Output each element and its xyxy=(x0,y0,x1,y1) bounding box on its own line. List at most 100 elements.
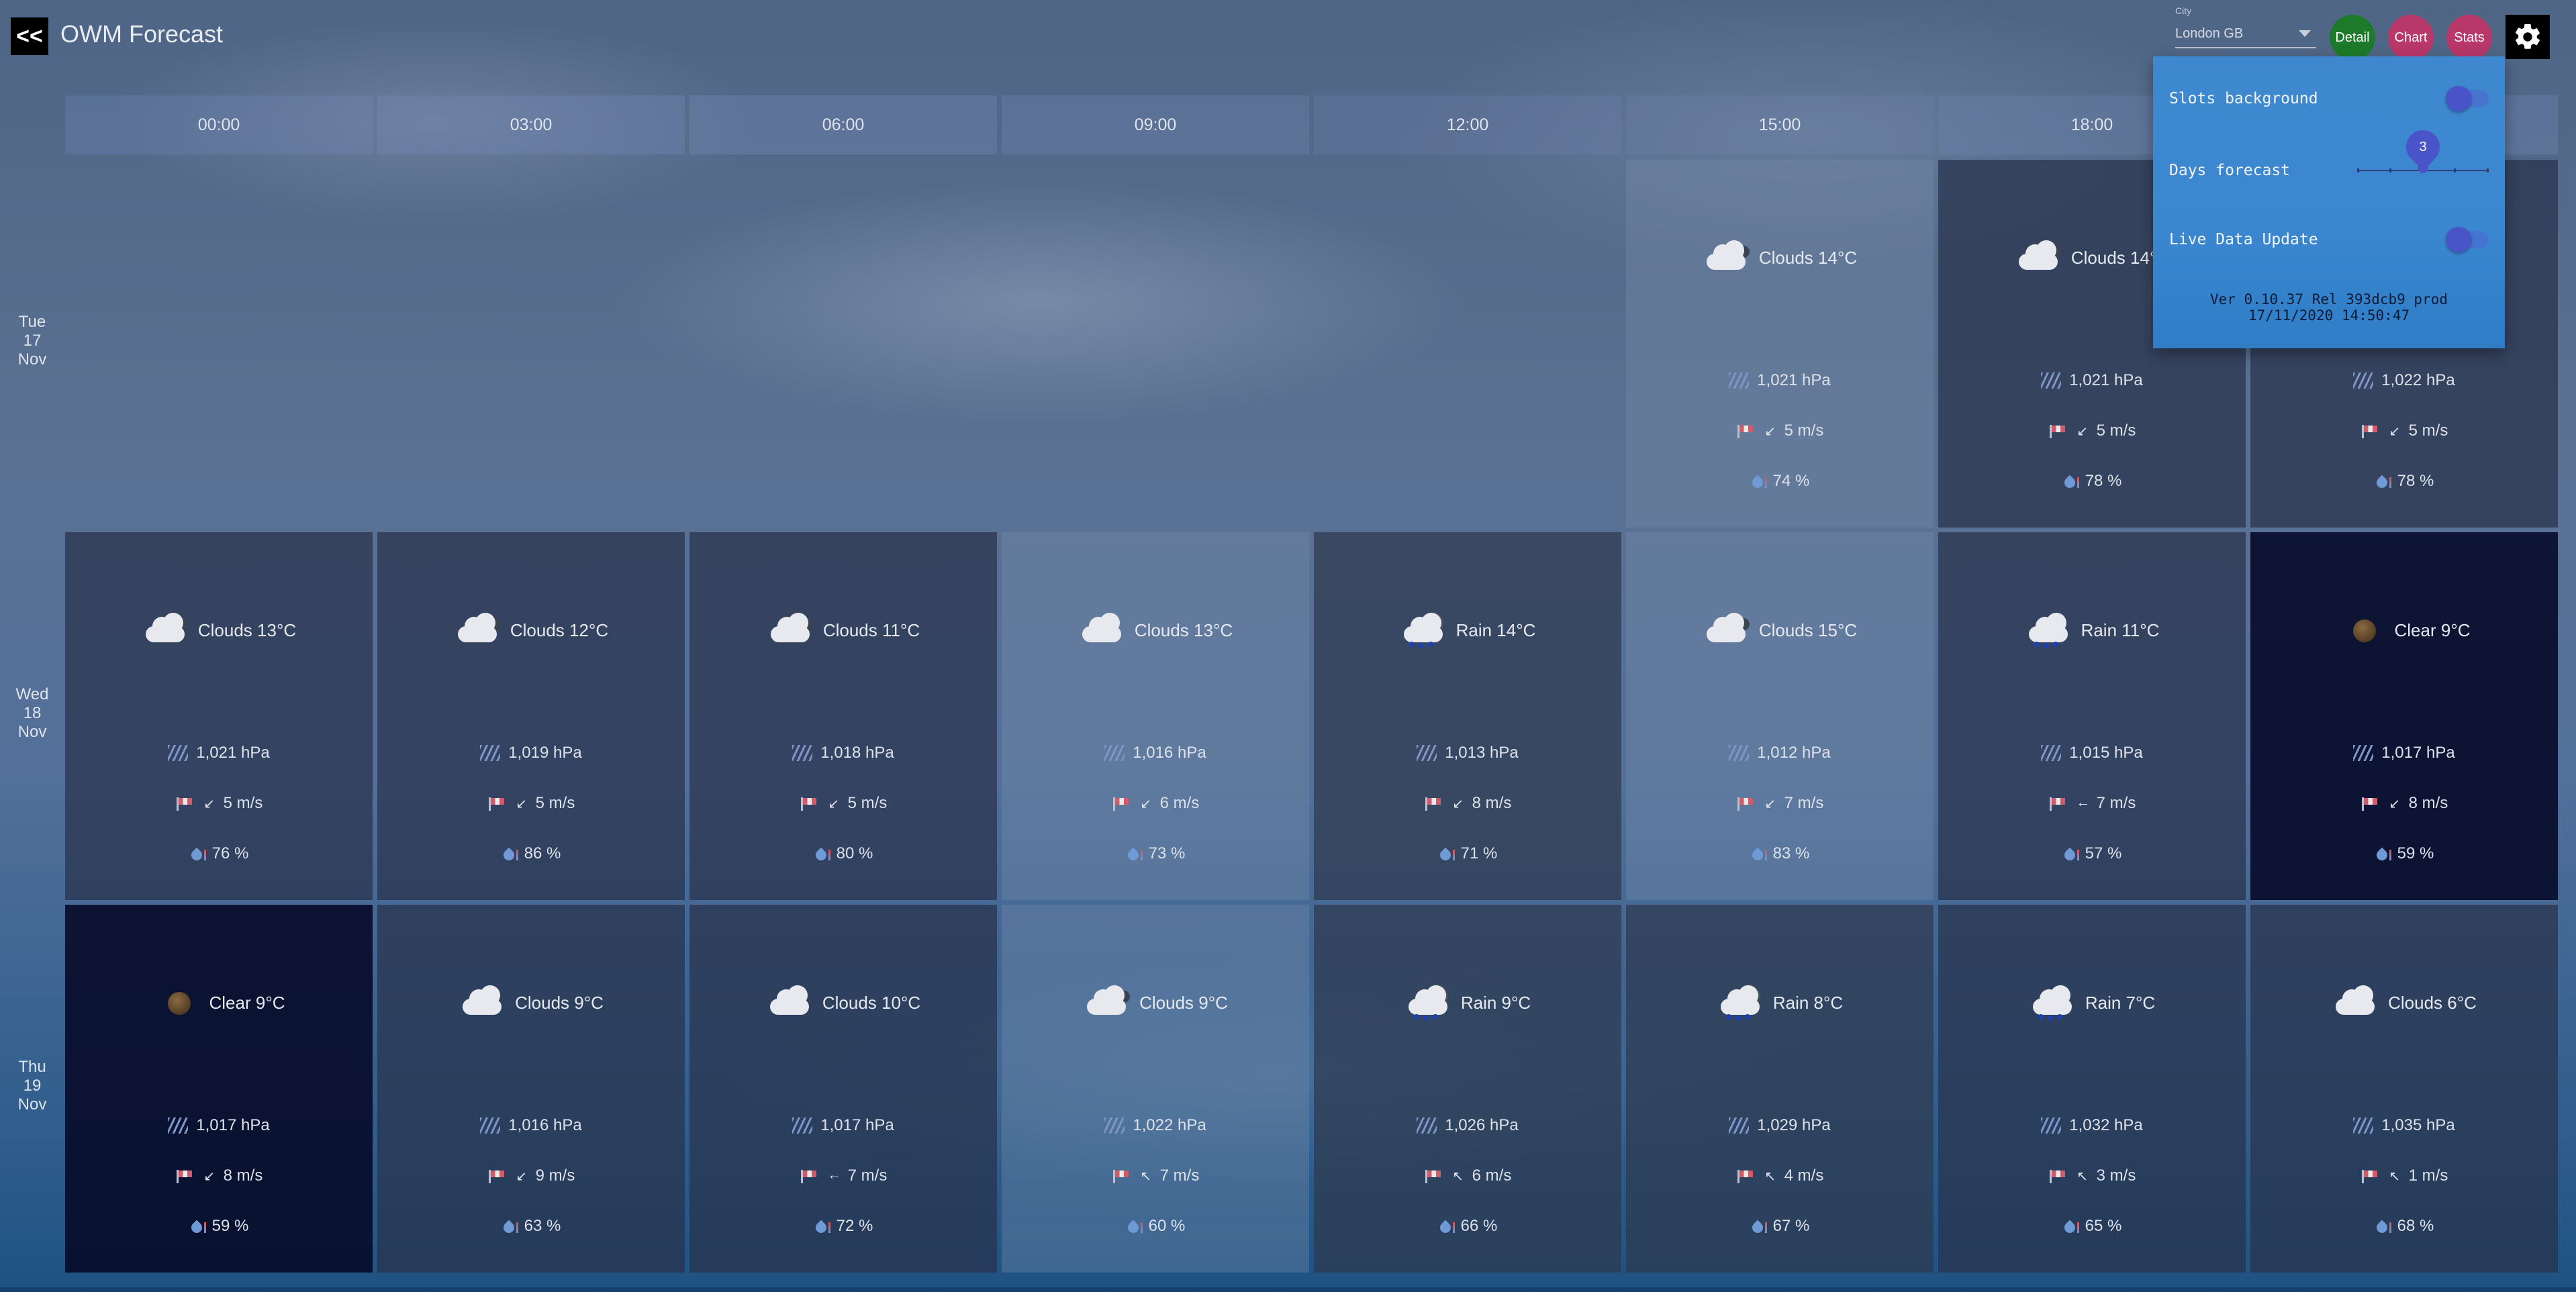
condition-row: Clouds 13°C xyxy=(1002,613,1309,648)
forecast-cell[interactable]: Clouds 14°C 1,021 hPa ↙ 5 m/s 74 % xyxy=(1626,160,1934,528)
pressure-row: 1,022 hPa xyxy=(2250,371,2558,390)
pressure-value: 1,021 hPa xyxy=(196,744,270,762)
wind-row: ↙ 8 m/s xyxy=(65,1166,373,1185)
forecast-cell[interactable]: Clouds 12°C 1,019 hPa ↙ 5 m/s 86 % xyxy=(377,532,685,900)
pressure-row: 1,035 hPa xyxy=(2250,1116,2558,1135)
forecast-cell[interactable]: Rain 11°C 1,015 hPa ← 7 m/s 57 % xyxy=(1938,532,2246,900)
condition-text: Rain 14°C xyxy=(1456,619,1536,640)
humidity-row: 80 % xyxy=(689,844,997,863)
pressure-row: 1,026 hPa xyxy=(1314,1116,1621,1135)
wind-direction-icon: ↖ xyxy=(1452,1169,1464,1184)
condition-row: Clouds 9°C xyxy=(1002,985,1309,1020)
condition-text: Clouds 15°C xyxy=(1758,619,1858,640)
pressure-row: 1,018 hPa xyxy=(689,744,997,762)
app-title: OWM Forecast xyxy=(60,20,224,48)
condition-text: Rain 7°C xyxy=(2085,992,2156,1013)
humidity-value: 63 % xyxy=(524,1217,561,1235)
condition-text: Rain 8°C xyxy=(1772,992,1844,1013)
wind-speed: 7 m/s xyxy=(1159,1166,1200,1185)
forecast-cell[interactable]: Clear 9°C 1,017 hPa ↙ 8 m/s 59 % xyxy=(65,905,373,1273)
pressure-value: 1,016 hPa xyxy=(1133,744,1206,762)
cloud-moon-icon xyxy=(459,985,508,1020)
wind-direction-icon: ← xyxy=(2076,795,2090,810)
city-selector[interactable]: City London GB xyxy=(2175,5,2316,48)
windsock-icon xyxy=(2048,1168,2068,1184)
cloud-icon xyxy=(1078,613,1128,648)
condition-row: Clouds 15°C xyxy=(1626,613,1934,648)
rain-drops xyxy=(2036,1012,2068,1022)
settings-button[interactable] xyxy=(2506,15,2550,59)
humidity-icon xyxy=(2375,846,2391,862)
forecast-cell[interactable]: Rain 7°C 1,032 hPa ↖ 3 m/s 65 % xyxy=(1938,905,2246,1273)
condition-row: Rain 11°C xyxy=(1938,613,2246,649)
forecast-cell[interactable]: Clouds 13°C 1,016 hPa ↙ 6 m/s 73 % xyxy=(1002,532,1309,900)
humidity-icon xyxy=(502,846,518,862)
pressure-value: 1,026 hPa xyxy=(1445,1116,1519,1134)
pressure-icon xyxy=(168,1117,189,1134)
live-update-label: Live Data Update xyxy=(2169,231,2318,248)
humidity-icon xyxy=(502,1218,518,1234)
pressure-icon xyxy=(1104,745,1125,761)
humidity-value: 59 % xyxy=(211,1217,249,1235)
pressure-value: 1,012 hPa xyxy=(1757,744,1831,762)
condition-row: Clouds 6°C xyxy=(2250,985,2558,1020)
day-label: Tue 17 Nov xyxy=(0,313,64,369)
humidity-row: 63 % xyxy=(377,1217,685,1236)
day-label-num: 18 xyxy=(23,704,42,722)
day-label-month: Nov xyxy=(17,1095,47,1113)
humidity-icon xyxy=(1750,1218,1767,1234)
stats-button[interactable]: Stats xyxy=(2446,15,2492,60)
condition-text: Clouds 13°C xyxy=(1134,619,1233,640)
windsock-icon xyxy=(1112,795,1132,811)
forecast-cell[interactable]: Clouds 10°C 1,017 hPa ← 7 m/s 72 % xyxy=(689,905,997,1273)
wind-row: ↙ 9 m/s xyxy=(377,1166,685,1185)
wind-speed: 5 m/s xyxy=(223,794,263,812)
wind-direction-icon: ↙ xyxy=(1764,797,1776,811)
forecast-cell[interactable]: Clouds 11°C 1,018 hPa ↙ 5 m/s 80 % xyxy=(689,532,997,900)
days-forecast-slider[interactable]: 3 xyxy=(2357,123,2489,180)
pressure-row: 1,029 hPa xyxy=(1626,1116,1934,1135)
wind-row: ↙ 5 m/s xyxy=(2250,421,2558,440)
forecast-cell[interactable]: Rain 14°C 1,013 hPa ↙ 8 m/s 71 % xyxy=(1314,532,1621,900)
pressure-icon xyxy=(480,745,501,761)
forecast-cell[interactable]: Rain 8°C 1,029 hPa ↖ 4 m/s 67 % xyxy=(1626,905,1934,1273)
pressure-value: 1,017 hPa xyxy=(196,1116,270,1134)
wind-row: ↙ 5 m/s xyxy=(689,794,997,813)
city-select[interactable]: London GB xyxy=(2175,20,2316,48)
forecast-cell[interactable]: Clouds 13°C 1,021 hPa ↙ 5 m/s 76 % xyxy=(65,532,373,900)
slots-background-toggle[interactable] xyxy=(2446,86,2489,111)
chart-button[interactable]: Chart xyxy=(2388,15,2434,60)
condition-row: Rain 7°C xyxy=(1938,985,2246,1022)
pressure-value: 1,035 hPa xyxy=(2381,1116,2455,1134)
cloud-shape xyxy=(463,985,502,1015)
forecast-cell[interactable]: Clouds 9°C 1,016 hPa ↙ 9 m/s 63 % xyxy=(377,905,685,1273)
pressure-row: 1,017 hPa xyxy=(65,1116,373,1135)
forecast-cell[interactable]: Clouds 6°C 1,035 hPa ↖ 1 m/s 68 % xyxy=(2250,905,2558,1273)
humidity-value: 78 % xyxy=(2397,472,2434,490)
pressure-icon xyxy=(2041,372,2062,389)
condition-row: Clouds 13°C xyxy=(65,613,373,648)
live-update-toggle[interactable] xyxy=(2446,227,2489,252)
wind-speed: 7 m/s xyxy=(1784,794,1824,812)
forecast-cell[interactable]: Rain 9°C 1,026 hPa ↖ 6 m/s 66 % xyxy=(1314,905,1621,1273)
humidity-value: 78 % xyxy=(2085,472,2122,490)
cloud-shape xyxy=(769,985,809,1015)
pressure-row: 1,022 hPa xyxy=(1002,1116,1309,1135)
condition-text: Clouds 6°C xyxy=(2388,992,2477,1013)
forecast-cell[interactable]: Clear 9°C 1,017 hPa ↙ 8 m/s 59 % xyxy=(2250,532,2558,900)
forecast-cell[interactable]: Clouds 15°C 1,012 hPa ↙ 7 m/s 83 % xyxy=(1626,532,1934,900)
forecast-cell[interactable]: Clouds 9°C 1,022 hPa ↖ 7 m/s 60 % xyxy=(1002,905,1309,1273)
humidity-row: 59 % xyxy=(65,1217,373,1236)
humidity-row: 73 % xyxy=(1002,844,1309,863)
detail-button[interactable]: Detail xyxy=(2330,15,2375,60)
wind-direction-icon: ↙ xyxy=(516,797,528,811)
pressure-icon xyxy=(792,1117,813,1134)
windsock-icon xyxy=(1112,1168,1132,1184)
wind-speed: 9 m/s xyxy=(535,1166,575,1185)
wind-row: ↙ 8 m/s xyxy=(2250,794,2558,813)
back-button[interactable]: << xyxy=(11,17,48,55)
rain-drops xyxy=(2032,640,2064,649)
cloud-shape xyxy=(1706,613,1746,642)
humidity-icon xyxy=(2062,473,2079,489)
cloud-icon xyxy=(2332,985,2381,1020)
